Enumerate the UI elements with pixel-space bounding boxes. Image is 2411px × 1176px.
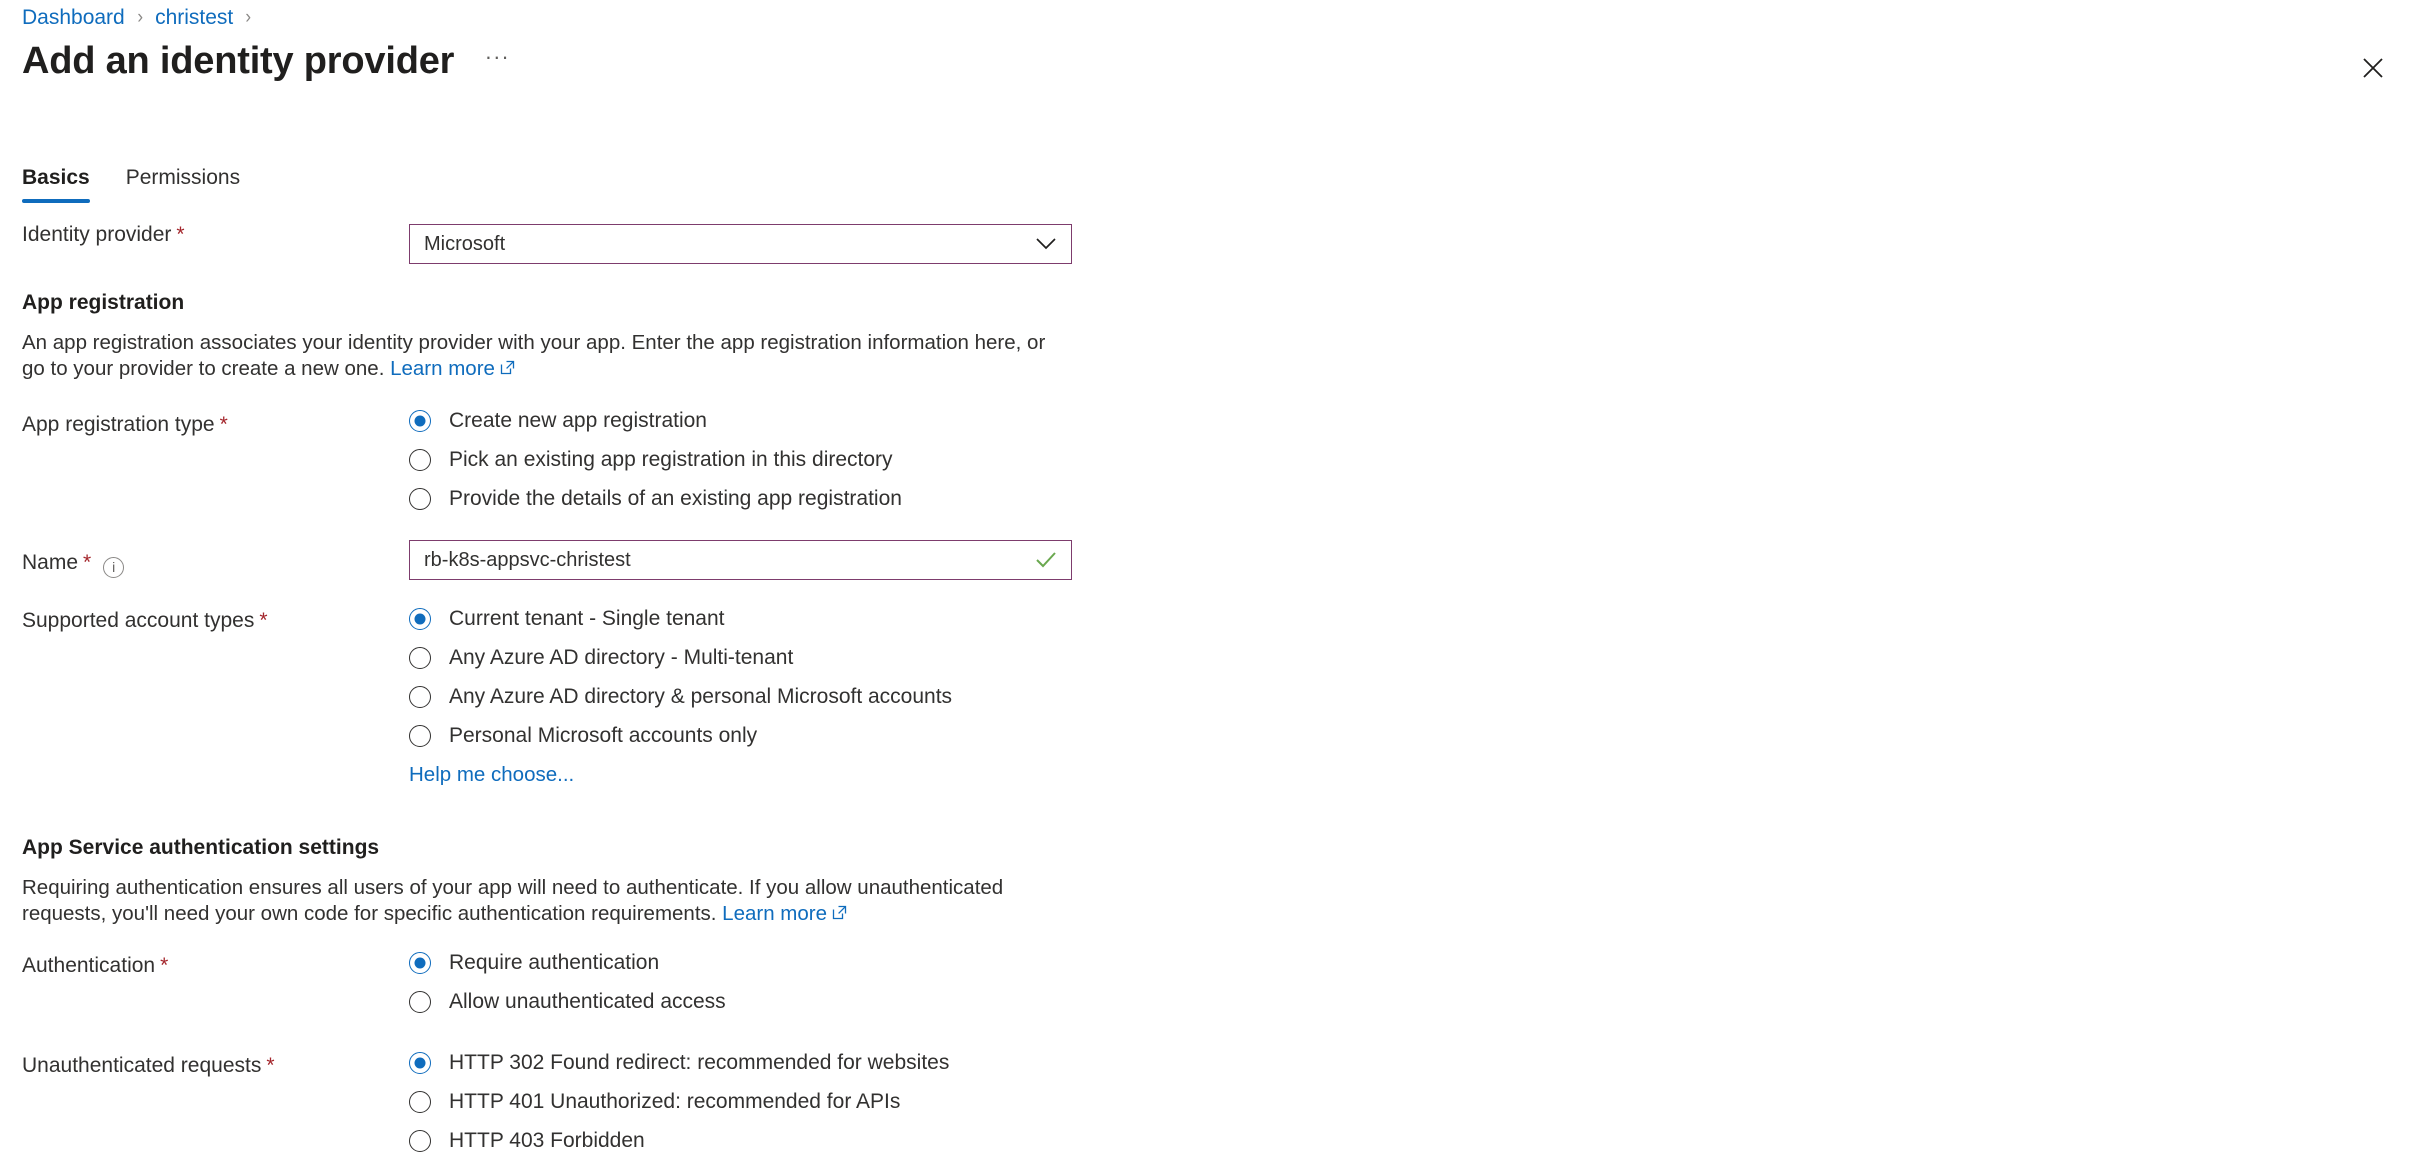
name-input-wrapper[interactable]	[409, 540, 1072, 580]
radio-indicator	[409, 685, 431, 708]
required-asterisk: *	[160, 954, 169, 977]
breadcrumb-separator-icon: ›	[245, 7, 252, 28]
radio-label: Current tenant - Single tenant	[449, 606, 725, 630]
radio-indicator	[409, 951, 431, 974]
breadcrumb-item-christest[interactable]: christest	[155, 5, 233, 31]
radio-label: HTTP 403 Forbidden	[449, 1128, 645, 1152]
radio-http-401-unauthorized[interactable]: HTTP 401 Unauthorized: recommended for A…	[409, 1082, 949, 1121]
radio-indicator	[409, 724, 431, 747]
page-title: Add an identity provider	[22, 40, 455, 82]
radio-require-authentication[interactable]: Require authentication	[409, 943, 726, 982]
identity-provider-value: Microsoft	[424, 232, 506, 255]
radio-indicator	[409, 646, 431, 669]
valid-check-icon	[1035, 551, 1057, 569]
app-registration-heading: App registration	[22, 291, 185, 314]
supported-account-types-label: Supported account types *	[22, 609, 268, 632]
radio-label: Allow unauthenticated access	[449, 989, 726, 1013]
radio-label: HTTP 302 Found redirect: recommended for…	[449, 1050, 950, 1074]
radio-provide-details-existing-app-registration[interactable]: Provide the details of an existing app r…	[409, 479, 902, 518]
breadcrumb: Dashboard › christest ›	[22, 5, 264, 31]
breadcrumb-item-dashboard[interactable]: Dashboard	[22, 5, 125, 31]
radio-indicator	[409, 1051, 431, 1074]
app-registration-type-label: App registration type *	[22, 413, 228, 436]
radio-any-azure-ad-and-personal-accounts[interactable]: Any Azure AD directory & personal Micros…	[409, 677, 952, 716]
add-identity-provider-blade: Dashboard › christest › Add an identity …	[0, 0, 2411, 1176]
radio-label: HTTP 401 Unauthorized: recommended for A…	[449, 1089, 901, 1113]
required-asterisk: *	[266, 1054, 275, 1077]
radio-label: Pick an existing app registration in thi…	[449, 447, 893, 471]
authentication-label: Authentication *	[22, 954, 169, 977]
radio-label: Any Azure AD directory & personal Micros…	[449, 684, 953, 708]
radio-indicator	[409, 1090, 431, 1113]
auth-settings-learn-more-link[interactable]: Learn more	[722, 902, 827, 925]
app-registration-description: An app registration associates your iden…	[22, 331, 1046, 382]
help-me-choose-link[interactable]: Help me choose...	[409, 762, 574, 788]
radio-indicator	[409, 487, 431, 510]
unauthenticated-requests-radio-group: HTTP 302 Found redirect: recommended for…	[409, 1043, 949, 1160]
radio-any-azure-ad-multi-tenant[interactable]: Any Azure AD directory - Multi-tenant	[409, 638, 952, 677]
name-field	[409, 540, 1072, 580]
auth-settings-heading: App Service authentication settings	[22, 836, 380, 859]
required-asterisk: *	[219, 413, 228, 436]
radio-indicator	[409, 448, 431, 471]
radio-label: Personal Microsoft accounts only	[449, 723, 758, 747]
radio-label: Any Azure AD directory - Multi-tenant	[449, 645, 794, 669]
app-registration-learn-more-link[interactable]: Learn more	[390, 357, 495, 380]
authentication-radio-group: Require authentication Allow unauthentic…	[409, 943, 726, 1021]
more-options-icon[interactable]: ···	[480, 44, 514, 78]
radio-http-403-forbidden[interactable]: HTTP 403 Forbidden	[409, 1121, 949, 1160]
tab-basics[interactable]: Basics	[22, 165, 90, 203]
required-asterisk: *	[83, 551, 92, 574]
radio-http-302-found-redirect[interactable]: HTTP 302 Found redirect: recommended for…	[409, 1043, 949, 1082]
radio-current-tenant-single-tenant[interactable]: Current tenant - Single tenant	[409, 599, 952, 638]
tab-list: Basics Permissions	[22, 165, 276, 203]
app-registration-type-radio-group: Create new app registration Pick an exis…	[409, 401, 902, 518]
chevron-down-icon	[1035, 237, 1057, 251]
info-icon[interactable]: i	[103, 556, 125, 578]
radio-indicator	[409, 990, 431, 1013]
external-link-icon	[832, 901, 847, 927]
name-label: Name * i	[22, 550, 125, 578]
name-input[interactable]	[410, 547, 1035, 573]
breadcrumb-separator-icon: ›	[137, 7, 143, 28]
title-row: Add an identity provider ···	[22, 38, 514, 84]
tab-permissions[interactable]: Permissions	[126, 165, 240, 203]
identity-provider-label: Identity provider *	[22, 223, 185, 246]
radio-create-new-app-registration[interactable]: Create new app registration	[409, 401, 902, 440]
radio-indicator	[409, 1129, 431, 1152]
identity-provider-select[interactable]: Microsoft	[409, 224, 1072, 264]
radio-label: Provide the details of an existing app r…	[449, 486, 902, 510]
required-asterisk: *	[259, 609, 268, 632]
radio-label: Create new app registration	[449, 408, 707, 432]
auth-settings-description: Requiring authentication ensures all use…	[22, 876, 1004, 927]
supported-account-types-radio-group: Current tenant - Single tenant Any Azure…	[409, 599, 952, 755]
radio-indicator	[409, 607, 431, 630]
unauthenticated-requests-label: Unauthenticated requests *	[22, 1054, 275, 1077]
radio-personal-microsoft-accounts-only[interactable]: Personal Microsoft accounts only	[409, 716, 952, 755]
radio-label: Require authentication	[449, 950, 660, 974]
radio-indicator	[409, 409, 431, 432]
required-asterisk: *	[176, 223, 185, 246]
external-link-icon	[500, 356, 515, 382]
close-icon[interactable]	[2353, 48, 2393, 88]
radio-allow-unauthenticated-access[interactable]: Allow unauthenticated access	[409, 982, 726, 1021]
radio-pick-existing-app-registration[interactable]: Pick an existing app registration in thi…	[409, 440, 902, 479]
identity-provider-field: Microsoft	[409, 224, 1072, 264]
